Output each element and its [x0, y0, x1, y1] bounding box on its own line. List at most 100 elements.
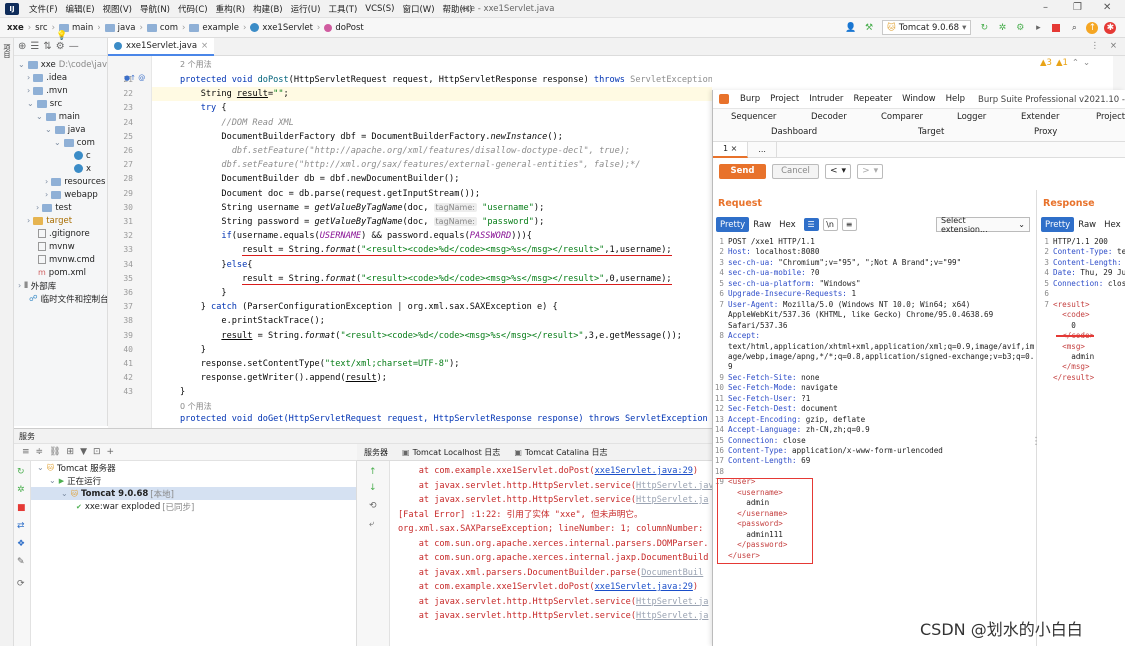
hammer-icon[interactable]: ⚒	[863, 22, 875, 34]
split-handle-icon[interactable]: ⋮	[1031, 436, 1041, 447]
menu-item[interactable]: 构建(B)	[249, 3, 286, 15]
request-pretty-tab[interactable]: Pretty	[716, 217, 750, 232]
burp-menu-item[interactable]: Intruder	[804, 94, 848, 104]
menu-item[interactable]: VCS(S)	[361, 4, 398, 14]
log-tab[interactable]: ▣ Tomcat Catalina 日志	[507, 444, 614, 461]
chevron-down-icon[interactable]: ⌄	[45, 125, 52, 134]
send-button[interactable]: Send	[719, 163, 766, 179]
project-tree-item[interactable]: › target	[14, 214, 107, 227]
soft-wrap-icon[interactable]: ⤶	[369, 519, 374, 529]
menu-item[interactable]: 运行(U)	[287, 3, 325, 15]
refresh-icon[interactable]: ⟳	[17, 579, 25, 589]
burp-menu-item[interactable]: Repeater	[848, 94, 897, 104]
project-tree-item[interactable]: › webapp	[14, 188, 107, 201]
add-icon[interactable]: +	[107, 447, 115, 457]
tree-icon[interactable]: ⛓	[49, 447, 60, 457]
burp-tool-tab[interactable]: Project	[1096, 112, 1125, 122]
collapse-all-icon[interactable]: ≑	[36, 447, 44, 457]
new-window-icon[interactable]: ⊡	[93, 447, 101, 457]
burp-menu-item[interactable]: Window	[897, 94, 941, 104]
project-tree-item[interactable]: › .idea	[14, 71, 107, 84]
hide-icon[interactable]: —	[69, 41, 79, 52]
newline-icon[interactable]: \n	[822, 218, 838, 231]
project-tree-item[interactable]: › test	[14, 201, 107, 214]
chevron-down-icon[interactable]: ⌄	[27, 99, 34, 108]
deploy-all-icon[interactable]: ❖	[17, 539, 25, 549]
menu-item[interactable]: 窗口(W)	[398, 3, 438, 15]
breadcrumb-item[interactable]: example	[186, 23, 242, 33]
project-tree-item[interactable]: mvnw.cmd	[14, 253, 107, 266]
debug-icon[interactable]: ✲	[17, 485, 25, 495]
project-tree-item[interactable]: ⌄ com	[14, 136, 107, 149]
chevron-down-icon[interactable]: ⌄	[37, 463, 44, 472]
chevron-down-icon[interactable]: ⌄	[36, 112, 43, 121]
menu-item[interactable]: 重构(R)	[212, 3, 250, 15]
burp-tool-tab[interactable]: Target	[918, 127, 944, 137]
stacktrace-link[interactable]: DocumentBuil	[641, 568, 703, 578]
close-tab-icon[interactable]: ×	[201, 41, 208, 51]
collapse-icon[interactable]: ☰	[30, 41, 39, 52]
service-tree-item[interactable]: ✔ xxe:war exploded [已同步]	[31, 500, 356, 513]
stacktrace-link[interactable]: HttpServlet.ja	[636, 495, 708, 505]
usages-hint[interactable]: 2 个用法	[180, 58, 712, 72]
search-icon[interactable]: ⌕	[1068, 22, 1080, 34]
down-icon[interactable]: ↓	[369, 483, 377, 493]
log-tab[interactable]: ▣ Tomcat Localhost 日志	[395, 444, 507, 461]
chevron-down-icon[interactable]: ⌄	[49, 476, 56, 485]
breadcrumb-item[interactable]: xxe1Servlet	[247, 23, 316, 33]
project-tree-item[interactable]: mvnw	[14, 240, 107, 253]
chevron-right-icon[interactable]: ›	[36, 203, 39, 212]
expand-all-icon[interactable]: ≡	[22, 447, 30, 457]
project-tool-tab[interactable]: 项目	[2, 44, 12, 58]
response-hex-tab[interactable]: Hex	[1100, 217, 1125, 232]
chevron-down-icon[interactable]: ⌄	[1083, 58, 1090, 68]
menu-item[interactable]: 编辑(E)	[62, 3, 99, 15]
project-tree-item[interactable]: x	[14, 162, 107, 175]
restart-icon[interactable]: ⟲	[369, 501, 377, 511]
project-tree-item[interactable]: m pom.xml	[14, 266, 107, 279]
chevron-right-icon[interactable]: ›	[18, 281, 21, 290]
filter-icon[interactable]: ▼	[80, 447, 87, 457]
burp-tool-tab[interactable]: Sequencer	[731, 112, 776, 122]
project-tree-item[interactable]: ☍ 临时文件和控制台	[14, 292, 107, 305]
update-icon[interactable]: ↑	[1086, 21, 1099, 34]
request-hex-tab[interactable]: Hex	[775, 217, 800, 232]
expand-icon[interactable]: ⇅	[43, 41, 51, 52]
response-raw-tab[interactable]: Raw	[1074, 217, 1100, 232]
service-tree-item[interactable]: ⌄ 🐱 Tomcat 服务器	[31, 461, 356, 474]
stacktrace-link[interactable]: HttpServlet.ja	[636, 597, 708, 607]
user-icon[interactable]: 👤	[845, 22, 857, 34]
chevron-right-icon[interactable]: ›	[27, 216, 30, 225]
response-pretty-tab[interactable]: Pretty	[1041, 217, 1075, 232]
more-run-icon[interactable]: ▸	[1032, 22, 1044, 34]
minimize-icon[interactable]: –	[1043, 2, 1048, 13]
project-tree-item[interactable]: ⌄ java	[14, 123, 107, 136]
history-back-button[interactable]: < ▾	[825, 163, 852, 179]
burp-menu-item[interactable]: Project	[765, 94, 804, 104]
chevron-down-icon[interactable]: ⌄	[54, 138, 61, 147]
project-tree-item[interactable]: › .mvn	[14, 84, 107, 97]
burp-tool-tab[interactable]: Comparer	[881, 112, 923, 122]
stacktrace-link[interactable]: HttpServlet.java	[636, 481, 712, 491]
up-icon[interactable]: ↑	[369, 467, 377, 477]
breadcrumb-item[interactable]: doPost	[321, 23, 366, 33]
breadcrumb-item[interactable]: com	[144, 23, 181, 33]
log-tab[interactable]: 服务器	[357, 444, 395, 461]
wrap-lines-icon[interactable]: ☰	[803, 218, 819, 231]
request-response-divider[interactable]	[1036, 190, 1037, 646]
stacktrace-link[interactable]: xxe1Servlet.java:29	[595, 582, 693, 592]
burp-tool-tab[interactable]: Logger	[957, 112, 986, 122]
code-editor[interactable]: 2 个用法 protected void doPost(HttpServletRe…	[152, 56, 712, 428]
tab-list-icon[interactable]: ⋮	[1091, 41, 1100, 51]
burp-tool-tab[interactable]: Dashboard	[771, 127, 817, 137]
project-tree-item[interactable]: ⌄ main	[14, 110, 107, 123]
stop-icon[interactable]	[1050, 22, 1062, 34]
wrench-icon[interactable]: ✎	[17, 557, 25, 567]
breadcrumb-item[interactable]: src	[32, 23, 50, 33]
menu-item[interactable]: 视图(V)	[99, 3, 136, 15]
rerun-icon[interactable]: ↻	[978, 22, 990, 34]
menu-item[interactable]: 文件(F)	[25, 3, 62, 15]
bulb-icon[interactable]: 💡	[56, 31, 67, 41]
chevron-right-icon[interactable]: ›	[45, 190, 48, 199]
coverage-icon[interactable]: ⚙	[1014, 22, 1026, 34]
